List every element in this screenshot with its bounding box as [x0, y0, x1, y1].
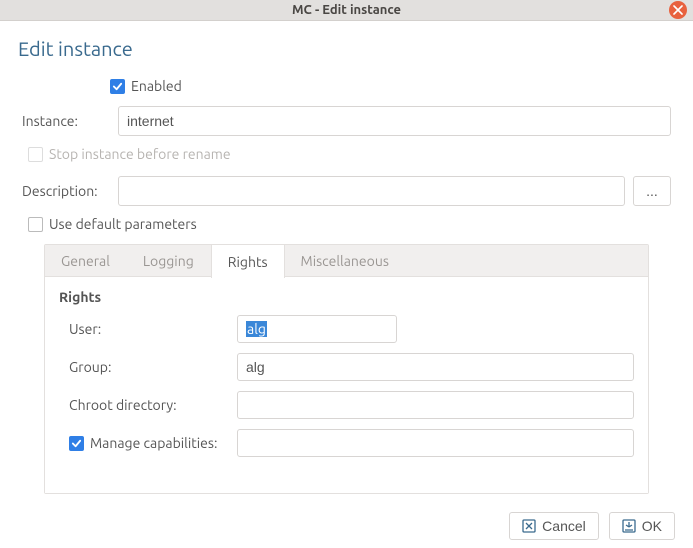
description-input[interactable]	[118, 176, 625, 206]
user-input[interactable]: alg	[237, 315, 397, 343]
manage-capabilities-label: Manage capabilities:	[90, 435, 217, 451]
instance-label: Instance:	[22, 113, 110, 129]
page-title: Edit instance	[18, 37, 675, 60]
description-label: Description:	[22, 183, 110, 199]
check-icon	[112, 81, 123, 92]
stop-before-rename-label: Stop instance before rename	[49, 146, 231, 162]
manage-capabilities-input[interactable]	[237, 429, 634, 457]
cancel-label: Cancel	[542, 518, 586, 534]
tabs-container: General Logging Rights Miscellaneous Rig…	[44, 244, 649, 494]
close-icon	[673, 5, 683, 15]
tab-rights[interactable]: Rights	[211, 245, 285, 278]
group-label: Group:	[69, 359, 229, 375]
stop-before-rename-checkbox	[28, 147, 43, 162]
user-value: alg	[246, 321, 267, 337]
use-default-params-checkbox[interactable]	[28, 217, 43, 232]
tab-miscellaneous[interactable]: Miscellaneous	[285, 245, 406, 276]
enabled-label: Enabled	[131, 78, 182, 94]
chroot-input[interactable]	[237, 391, 634, 419]
ok-label: OK	[642, 518, 662, 534]
enabled-checkbox[interactable]	[110, 79, 125, 94]
check-icon	[71, 438, 82, 449]
group-input[interactable]	[237, 353, 634, 381]
cancel-button[interactable]: Cancel	[509, 512, 599, 540]
ok-icon	[622, 519, 636, 533]
tab-body-rights: Rights User: alg Group: Chroot directory…	[45, 277, 648, 493]
chroot-label: Chroot directory:	[69, 397, 229, 413]
dialog-buttons: Cancel OK	[0, 504, 693, 548]
tabstrip: General Logging Rights Miscellaneous	[45, 245, 648, 277]
instance-input[interactable]	[118, 106, 671, 136]
titlebar: MC - Edit instance	[0, 0, 693, 21]
manage-capabilities-checkbox[interactable]	[69, 436, 84, 451]
ok-button[interactable]: OK	[609, 512, 675, 540]
window-title: MC - Edit instance	[292, 3, 401, 17]
rights-group-title: Rights	[59, 289, 634, 305]
use-default-params-label: Use default parameters	[49, 216, 197, 232]
close-button[interactable]	[669, 1, 687, 19]
user-label: User:	[69, 321, 229, 337]
tab-logging[interactable]: Logging	[127, 245, 211, 276]
description-browse-button[interactable]: ...	[633, 176, 671, 206]
tab-general[interactable]: General	[45, 245, 127, 276]
cancel-icon	[522, 519, 536, 533]
